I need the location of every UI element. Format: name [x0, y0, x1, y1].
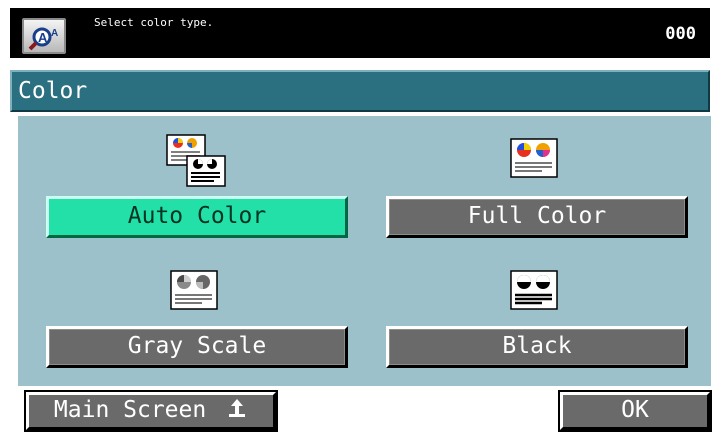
magnify-text-icon: A A — [28, 27, 58, 51]
auto-color-button[interactable]: Auto Color — [46, 196, 348, 238]
zoom-display-button[interactable]: A A — [22, 18, 66, 54]
gray-scale-icon — [170, 270, 218, 314]
full-color-icon — [510, 138, 558, 182]
main-screen-button[interactable]: Main Screen — [24, 390, 278, 432]
auto-color-icon — [166, 134, 226, 192]
black-icon — [510, 270, 558, 314]
svg-text:A: A — [38, 30, 48, 45]
color-select-screen: A A Select color type. 000 Color Auto Co… — [0, 0, 719, 435]
black-button[interactable]: Black — [386, 326, 688, 368]
instruction-text: Select color type. — [94, 16, 214, 29]
header-bar: A A Select color type. 000 — [10, 8, 710, 58]
copy-counter: 000 — [665, 24, 696, 44]
ok-button[interactable]: OK — [558, 390, 712, 432]
return-arrow-icon — [229, 399, 246, 417]
gray-scale-button[interactable]: Gray Scale — [46, 326, 348, 368]
full-color-button[interactable]: Full Color — [386, 196, 688, 238]
main-screen-label: Main Screen — [53, 397, 207, 423]
svg-text:A: A — [51, 28, 58, 39]
title-bar: Color — [10, 70, 710, 112]
page-title: Color — [18, 78, 88, 104]
